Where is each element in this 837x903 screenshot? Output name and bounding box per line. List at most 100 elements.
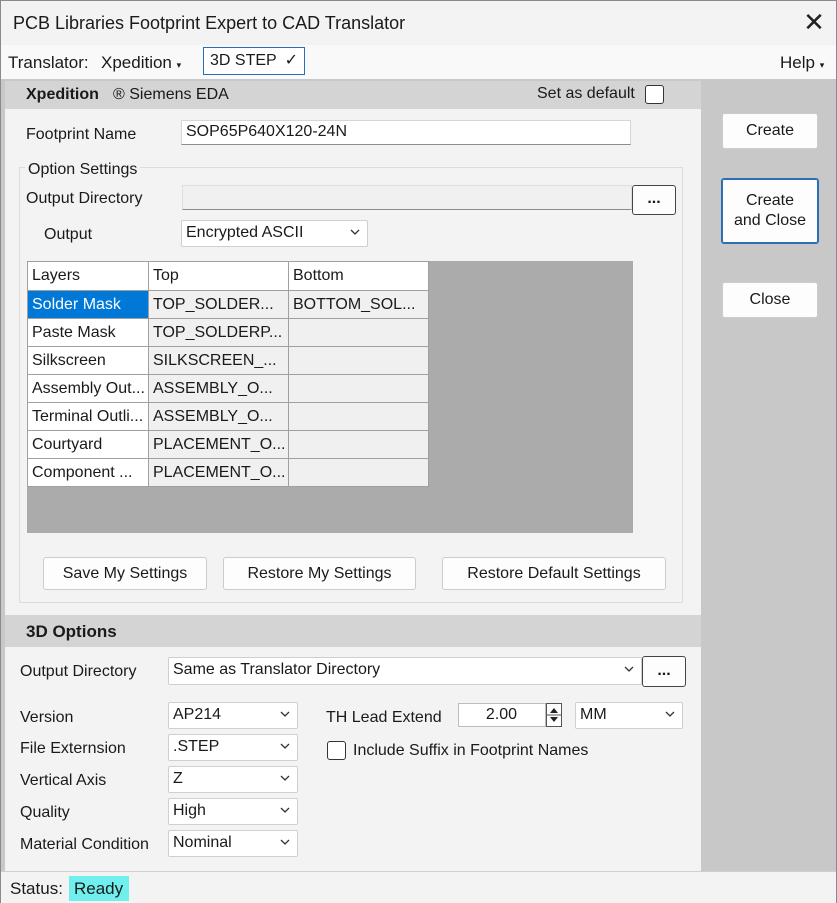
3d-options-title: 3D Options [26, 622, 117, 641]
output-directory-input[interactable] [182, 185, 632, 210]
bottom-layer-cell[interactable] [288, 458, 429, 487]
column-header-top[interactable]: Top [148, 261, 289, 291]
title-bar: PCB Libraries Footprint Expert to CAD Tr… [1, 1, 836, 43]
material-condition-label: Material Condition [20, 836, 149, 853]
footprint-name-input[interactable]: SOP65P640X120-24N [181, 120, 631, 145]
layers-table: Layers Top Bottom Solder Mask TOP_SOLDER… [27, 261, 429, 487]
quality-select[interactable]: High [168, 798, 298, 825]
top-layer-cell[interactable]: TOP_SOLDERP... [148, 318, 289, 347]
cad-header: Xpedition ® Siemens EDA Set as default [5, 81, 701, 109]
file-extension-label: File Externsion [20, 740, 126, 757]
table-row[interactable]: Courtyard PLACEMENT_O... [27, 430, 429, 459]
quality-value: High [173, 802, 206, 819]
3d-output-directory-value: Same as Translator Directory [173, 661, 381, 678]
chevron-down-icon [624, 666, 634, 672]
bottom-layer-cell[interactable]: BOTTOM_SOL... [288, 290, 429, 319]
material-condition-value: Nominal [173, 834, 232, 851]
menu-bar: Translator: Xpedition ▾ 3D STEP ✓ Help ▾ [1, 45, 836, 79]
browse-3d-output-directory-button[interactable]: ... [642, 656, 686, 687]
chevron-down-icon: ▾ [176, 60, 182, 70]
material-condition-select[interactable]: Nominal [168, 830, 298, 857]
table-row[interactable]: Paste Mask TOP_SOLDERP... [27, 318, 429, 347]
option-settings-label: Option Settings [25, 161, 141, 179]
step-menu-label: 3D STEP [210, 52, 277, 69]
table-row[interactable]: Silkscreen SILKSCREEN_... [27, 346, 429, 375]
save-my-settings-button[interactable]: Save My Settings [43, 557, 207, 590]
checkmark-icon: ✓ [284, 52, 298, 69]
restore-my-settings-button[interactable]: Restore My Settings [223, 557, 416, 590]
set-default-checkbox[interactable] [645, 85, 664, 104]
version-label: Version [20, 709, 74, 726]
bottom-layer-cell[interactable] [288, 374, 429, 403]
version-value: AP214 [173, 706, 222, 723]
close-window-icon[interactable]: ✕ [799, 7, 829, 37]
bottom-layer-cell[interactable] [288, 318, 429, 347]
help-menu[interactable]: Help ▾ [780, 53, 824, 73]
output-label: Output [44, 226, 93, 243]
top-layer-cell[interactable]: SILKSCREEN_... [148, 346, 289, 375]
cad-name: Xpedition [26, 86, 99, 103]
version-select[interactable]: AP214 [168, 702, 298, 729]
chevron-down-icon: ▾ [819, 60, 825, 70]
th-lead-extend-input[interactable]: 2.00 [458, 703, 546, 727]
chevron-down-icon [350, 229, 360, 235]
status-label: Status: [10, 879, 63, 898]
step-menu-button[interactable]: 3D STEP ✓ [203, 47, 305, 75]
restore-default-settings-button[interactable]: Restore Default Settings [442, 557, 666, 590]
layer-name-cell[interactable]: Component ... [27, 458, 149, 487]
layer-name-cell[interactable]: Solder Mask [27, 290, 149, 319]
translator-menu[interactable]: Xpedition ▾ [101, 53, 181, 73]
output-format-select[interactable]: Encrypted ASCII [181, 220, 368, 247]
status-value: Ready [69, 876, 129, 901]
top-layer-cell[interactable]: PLACEMENT_O... [148, 430, 289, 459]
create-button[interactable]: Create [722, 113, 818, 149]
table-row[interactable]: Solder Mask TOP_SOLDER... BOTTOM_SOL... [27, 290, 429, 319]
vertical-axis-label: Vertical Axis [20, 772, 107, 789]
bottom-layer-cell[interactable] [288, 346, 429, 375]
chevron-down-icon [280, 807, 290, 813]
translator-label: Translator: [8, 53, 89, 72]
layer-name-cell[interactable]: Paste Mask [27, 318, 149, 347]
3d-output-directory-label: Output Directory [20, 663, 137, 680]
top-layer-cell[interactable]: TOP_SOLDER... [148, 290, 289, 319]
th-lead-extend-spinner[interactable] [546, 703, 562, 727]
chevron-down-icon [280, 711, 290, 717]
layer-name-cell[interactable]: Assembly Out... [27, 374, 149, 403]
create-and-close-label-line1: Create [745, 192, 795, 209]
chevron-down-icon [280, 839, 290, 845]
bottom-layer-cell[interactable] [288, 430, 429, 459]
th-lead-extend-label: TH Lead Extend [326, 709, 442, 726]
column-header-bottom[interactable]: Bottom [288, 261, 429, 291]
table-row[interactable]: Assembly Out... ASSEMBLY_O... [27, 374, 429, 403]
footprint-name-label: Footprint Name [26, 126, 137, 143]
3d-output-directory-select[interactable]: Same as Translator Directory [168, 657, 642, 685]
top-layer-cell[interactable]: ASSEMBLY_O... [148, 402, 289, 431]
table-row[interactable]: Terminal Outli... ASSEMBLY_O... [27, 402, 429, 431]
output-directory-label: Output Directory [26, 190, 143, 207]
include-suffix-checkbox[interactable] [327, 741, 346, 760]
file-extension-value: .STEP [173, 738, 220, 755]
layer-name-cell[interactable]: Silkscreen [27, 346, 149, 375]
quality-label: Quality [20, 804, 70, 821]
layer-name-cell[interactable]: Courtyard [27, 430, 149, 459]
table-row[interactable]: Component ... PLACEMENT_O... [27, 458, 429, 487]
spinner-arrows-icon [547, 708, 561, 722]
units-select[interactable]: MM [575, 702, 683, 729]
layer-name-cell[interactable]: Terminal Outli... [27, 402, 149, 431]
cad-vendor: ® Siemens EDA [113, 86, 229, 103]
column-header-layers[interactable]: Layers [27, 261, 149, 291]
create-and-close-button[interactable]: Create and Close [721, 178, 819, 244]
layers-grid: Layers Top Bottom Solder Mask TOP_SOLDER… [27, 261, 633, 533]
status-bar: Status: Ready [1, 871, 836, 903]
close-button[interactable]: Close [722, 282, 818, 318]
output-format-value: Encrypted ASCII [186, 224, 304, 241]
create-and-close-label-line2: and Close [733, 212, 807, 229]
translator-window: PCB Libraries Footprint Expert to CAD Tr… [0, 0, 837, 903]
file-extension-select[interactable]: .STEP [168, 734, 298, 761]
top-layer-cell[interactable]: ASSEMBLY_O... [148, 374, 289, 403]
bottom-layer-cell[interactable] [288, 402, 429, 431]
browse-output-directory-button[interactable]: ... [632, 185, 676, 215]
top-layer-cell[interactable]: PLACEMENT_O... [148, 458, 289, 487]
vertical-axis-value: Z [173, 770, 183, 787]
vertical-axis-select[interactable]: Z [168, 766, 298, 793]
